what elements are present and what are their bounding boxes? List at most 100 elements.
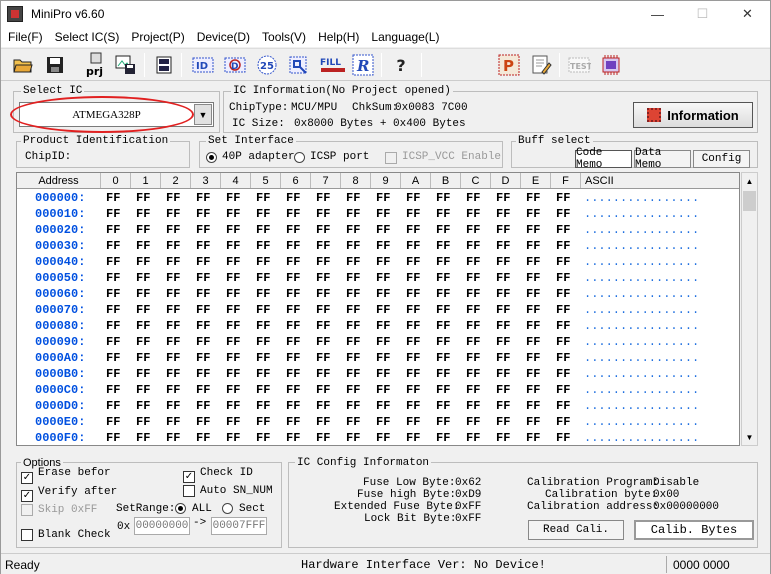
byte-cell[interactable]: FF bbox=[226, 319, 256, 333]
fill-tool-icon[interactable]: FILL bbox=[319, 54, 347, 76]
byte-cell[interactable]: FF bbox=[526, 191, 556, 205]
byte-cell[interactable]: FF bbox=[316, 303, 346, 317]
scroll-up-icon[interactable]: ▲ bbox=[742, 173, 757, 189]
byte-cell[interactable]: FF bbox=[376, 431, 406, 445]
byte-cell[interactable]: FF bbox=[226, 335, 256, 349]
byte-cell[interactable]: FF bbox=[496, 223, 526, 237]
byte-cell[interactable]: FF bbox=[226, 303, 256, 317]
byte-cell[interactable]: FF bbox=[346, 415, 376, 429]
byte-cell[interactable]: FF bbox=[466, 271, 496, 285]
byte-cell[interactable]: FF bbox=[286, 367, 316, 381]
read-r-tool-icon[interactable]: R bbox=[351, 54, 375, 76]
byte-cell[interactable]: FF bbox=[346, 431, 376, 445]
byte-cell[interactable]: FF bbox=[496, 255, 526, 269]
byte-cell[interactable]: FF bbox=[316, 239, 346, 253]
byte-cell[interactable]: FF bbox=[496, 351, 526, 365]
ascii-cell[interactable]: ................ bbox=[584, 367, 699, 381]
chevron-down-icon[interactable]: ▼ bbox=[194, 104, 212, 125]
byte-cell[interactable]: FF bbox=[316, 287, 346, 301]
byte-cell[interactable]: FF bbox=[436, 335, 466, 349]
byte-cell[interactable]: FF bbox=[286, 287, 316, 301]
ascii-cell[interactable]: ................ bbox=[584, 399, 699, 413]
byte-cell[interactable]: FF bbox=[106, 431, 136, 445]
byte-cell[interactable]: FF bbox=[556, 351, 586, 365]
byte-cell[interactable]: FF bbox=[286, 431, 316, 445]
byte-cell[interactable]: FF bbox=[466, 351, 496, 365]
byte-cell[interactable]: FF bbox=[526, 255, 556, 269]
grid-scrollbar[interactable]: ▲ ▼ bbox=[741, 172, 758, 446]
byte-cell[interactable]: FF bbox=[286, 255, 316, 269]
byte-cell[interactable]: FF bbox=[496, 399, 526, 413]
byte-cell[interactable]: FF bbox=[316, 351, 346, 365]
byte-cell[interactable]: FF bbox=[526, 431, 556, 445]
menu-file[interactable]: File(F) bbox=[1, 30, 49, 44]
byte-cell[interactable]: FF bbox=[496, 271, 526, 285]
skip-ff-checkbox[interactable] bbox=[21, 503, 33, 517]
byte-cell[interactable]: FF bbox=[316, 191, 346, 205]
byte-cell[interactable]: FF bbox=[166, 287, 196, 301]
range-sect-radio[interactable] bbox=[222, 502, 233, 516]
byte-cell[interactable]: FF bbox=[466, 319, 496, 333]
icsp-vcc-checkbox[interactable] bbox=[385, 151, 397, 165]
byte-cell[interactable]: FF bbox=[106, 303, 136, 317]
byte-cell[interactable]: FF bbox=[496, 207, 526, 221]
byte-cell[interactable]: FF bbox=[106, 367, 136, 381]
byte-cell[interactable]: FF bbox=[496, 239, 526, 253]
byte-cell[interactable]: FF bbox=[166, 191, 196, 205]
ascii-cell[interactable]: ................ bbox=[584, 415, 699, 429]
range-all-radio[interactable] bbox=[175, 502, 186, 516]
byte-cell[interactable]: FF bbox=[526, 223, 556, 237]
ascii-cell[interactable]: ................ bbox=[584, 239, 699, 253]
blank-check-checkbox[interactable] bbox=[21, 528, 33, 542]
byte-cell[interactable]: FF bbox=[556, 367, 586, 381]
byte-cell[interactable]: FF bbox=[286, 335, 316, 349]
byte-cell[interactable]: FF bbox=[436, 223, 466, 237]
byte-cell[interactable]: FF bbox=[226, 351, 256, 365]
byte-cell[interactable]: FF bbox=[106, 191, 136, 205]
byte-cell[interactable]: FF bbox=[406, 415, 436, 429]
byte-cell[interactable]: FF bbox=[166, 399, 196, 413]
byte-cell[interactable]: FF bbox=[106, 335, 136, 349]
range-from-input[interactable]: 00000000 bbox=[134, 517, 190, 535]
scroll-down-icon[interactable]: ▼ bbox=[742, 429, 757, 445]
range-to-input[interactable]: 00007FFF bbox=[211, 517, 267, 535]
byte-cell[interactable]: FF bbox=[556, 319, 586, 333]
byte-cell[interactable]: FF bbox=[286, 207, 316, 221]
byte-cell[interactable]: FF bbox=[466, 207, 496, 221]
byte-cell[interactable]: FF bbox=[166, 319, 196, 333]
hex-grid[interactable]: Address 0 1 2 3 4 5 6 7 8 9 A B C D E F ASCII 000000: FF FF… bbox=[16, 172, 740, 446]
menu-select-ic[interactable]: Select IC(S) bbox=[49, 30, 126, 44]
byte-cell[interactable]: FF bbox=[406, 239, 436, 253]
byte-cell[interactable]: FF bbox=[466, 191, 496, 205]
test-tool-icon[interactable]: TEST bbox=[567, 54, 591, 76]
byte-cell[interactable]: FF bbox=[226, 207, 256, 221]
byte-cell[interactable]: FF bbox=[286, 271, 316, 285]
byte-cell[interactable]: FF bbox=[316, 399, 346, 413]
ascii-cell[interactable]: ................ bbox=[584, 207, 699, 221]
byte-cell[interactable]: FF bbox=[346, 271, 376, 285]
help-icon[interactable]: ? bbox=[389, 54, 413, 76]
byte-cell[interactable]: FF bbox=[436, 271, 466, 285]
byte-cell[interactable]: FF bbox=[556, 191, 586, 205]
open-folder-icon[interactable] bbox=[11, 54, 35, 76]
config-tab[interactable]: Config bbox=[693, 150, 750, 168]
byte-cell[interactable]: FF bbox=[196, 383, 226, 397]
byte-cell[interactable]: FF bbox=[136, 255, 166, 269]
byte-cell[interactable]: FF bbox=[196, 255, 226, 269]
byte-cell[interactable]: FF bbox=[496, 431, 526, 445]
byte-cell[interactable]: FF bbox=[226, 399, 256, 413]
ascii-cell[interactable]: ................ bbox=[584, 255, 699, 269]
byte-cell[interactable]: FF bbox=[286, 223, 316, 237]
byte-cell[interactable]: FF bbox=[196, 207, 226, 221]
byte-cell[interactable]: FF bbox=[376, 335, 406, 349]
byte-cell[interactable]: FF bbox=[106, 239, 136, 253]
byte-cell[interactable]: FF bbox=[166, 367, 196, 381]
byte-cell[interactable]: FF bbox=[226, 239, 256, 253]
byte-cell[interactable]: FF bbox=[316, 271, 346, 285]
byte-cell[interactable]: FF bbox=[136, 271, 166, 285]
byte-cell[interactable]: FF bbox=[526, 383, 556, 397]
ascii-cell[interactable]: ................ bbox=[584, 191, 699, 205]
byte-cell[interactable]: FF bbox=[466, 255, 496, 269]
byte-cell[interactable]: FF bbox=[136, 399, 166, 413]
image-save-icon[interactable] bbox=[114, 54, 138, 76]
